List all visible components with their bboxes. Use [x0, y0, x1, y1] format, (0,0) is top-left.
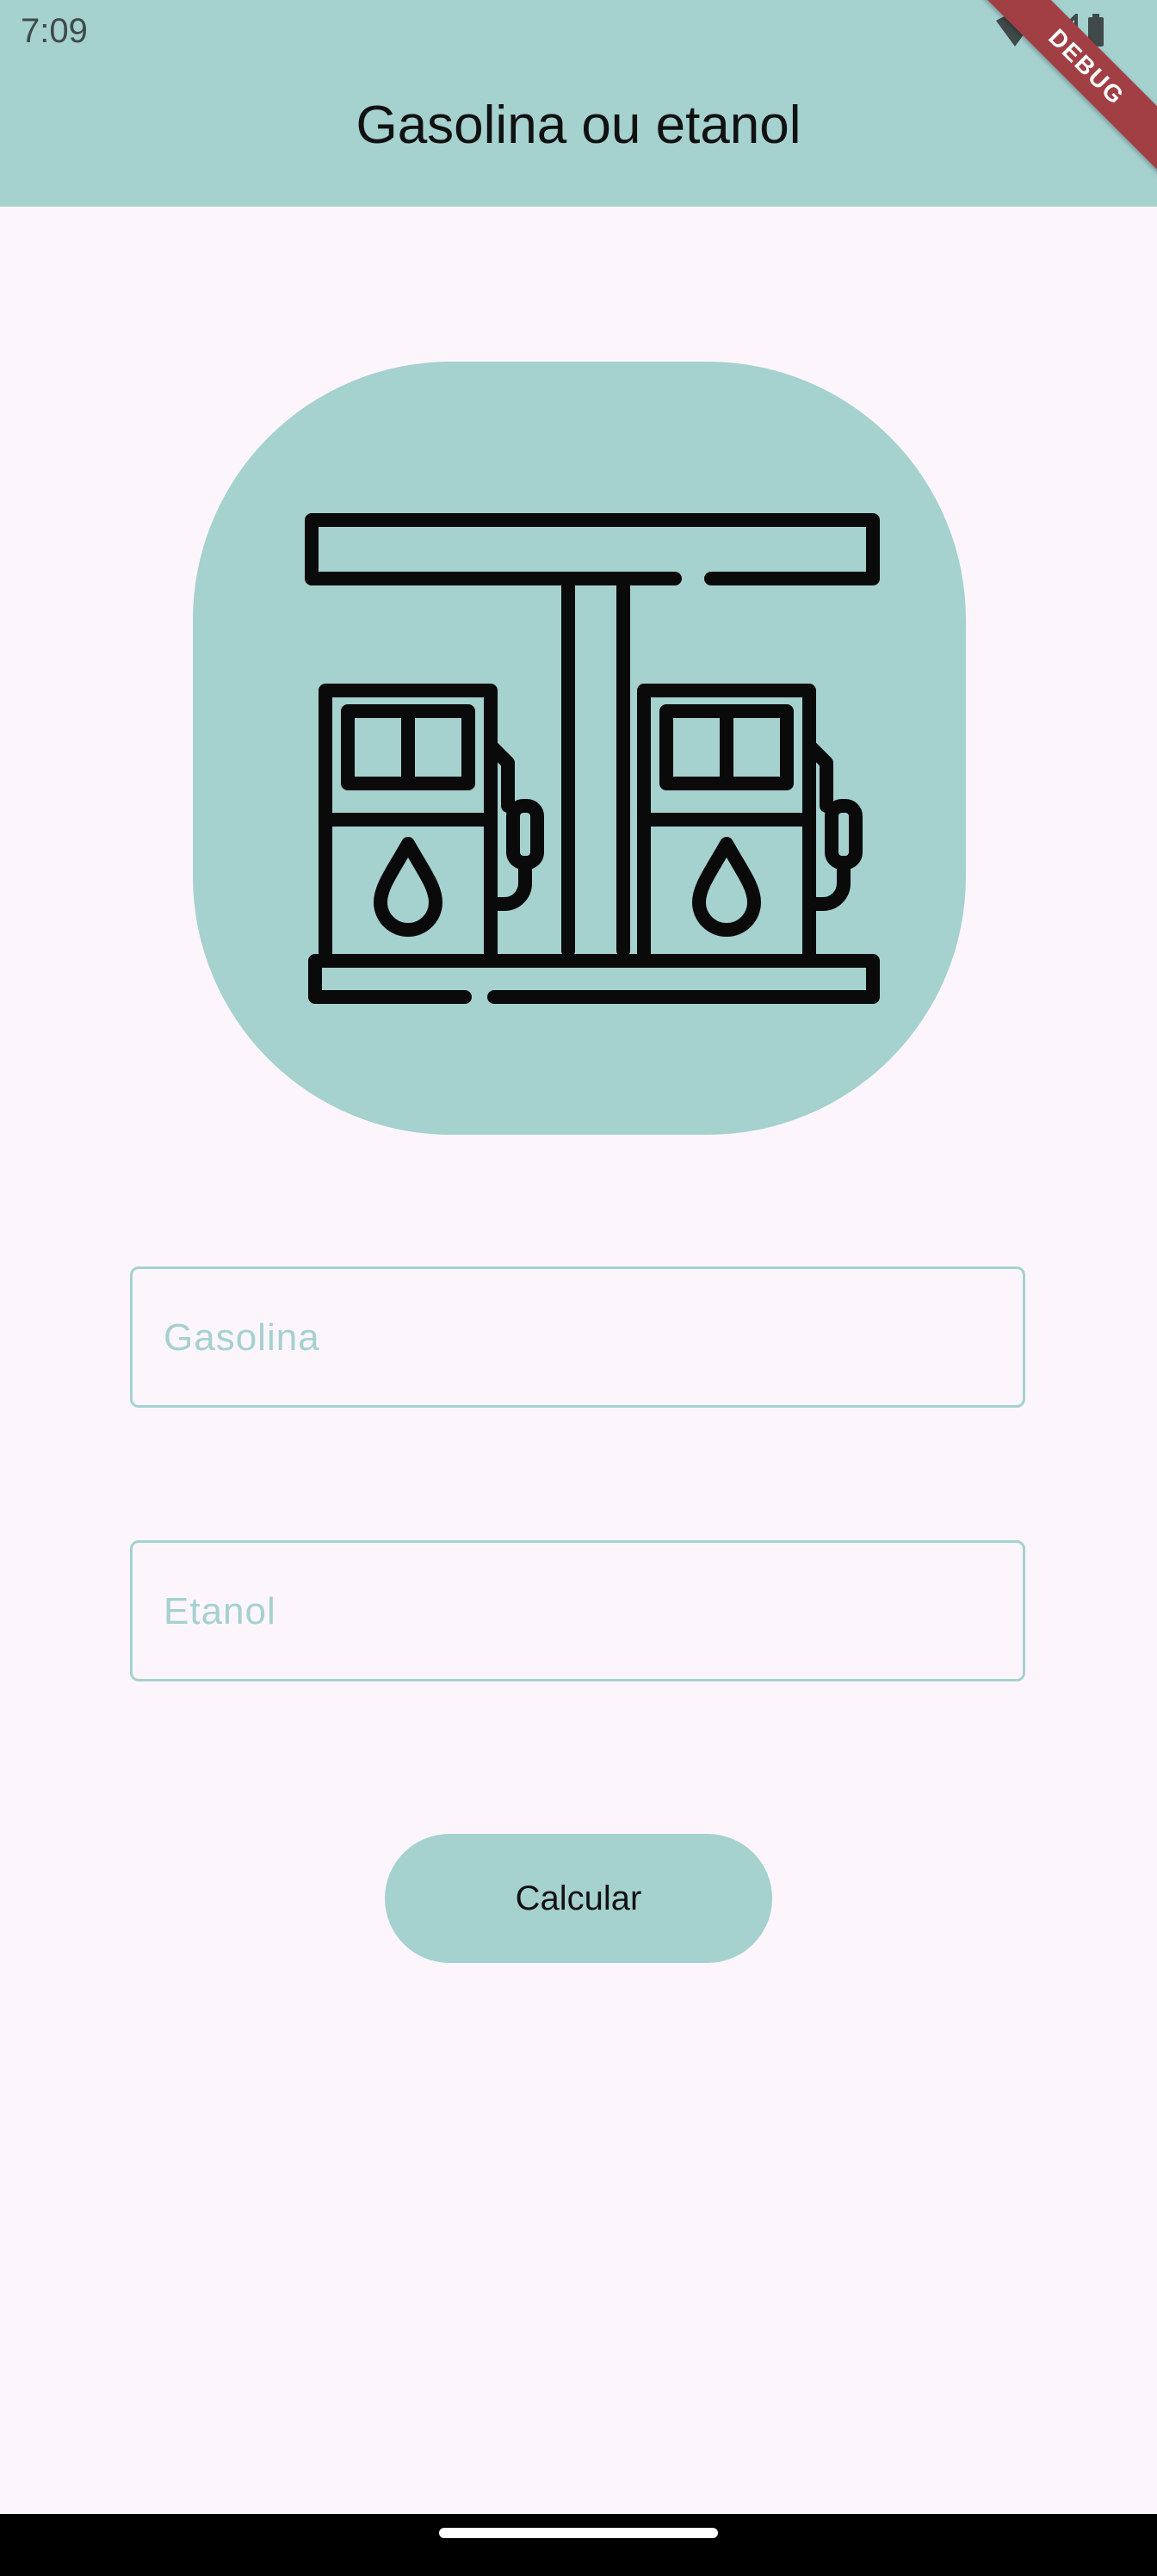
app-screen: 7:09 Gasolina ou etanol DEBUG Gasolina E…	[0, 0, 1157, 2576]
system-navigation-bar	[0, 2514, 1157, 2576]
gasolina-field[interactable]	[130, 1266, 1025, 1408]
gas-station-pumps-icon	[305, 513, 880, 1004]
calculate-button[interactable]: Calcular	[385, 1834, 772, 1963]
page-title: Gasolina ou etanol	[356, 96, 801, 155]
app-bar: 7:09 Gasolina ou etanol	[0, 0, 1157, 207]
status-time: 7:09	[21, 12, 88, 50]
etanol-input[interactable]	[162, 1543, 992, 1681]
etanol-field[interactable]	[130, 1540, 1025, 1681]
home-indicator[interactable]	[439, 2528, 718, 2538]
logo-container	[193, 362, 966, 1135]
gasolina-input[interactable]	[162, 1269, 992, 1407]
